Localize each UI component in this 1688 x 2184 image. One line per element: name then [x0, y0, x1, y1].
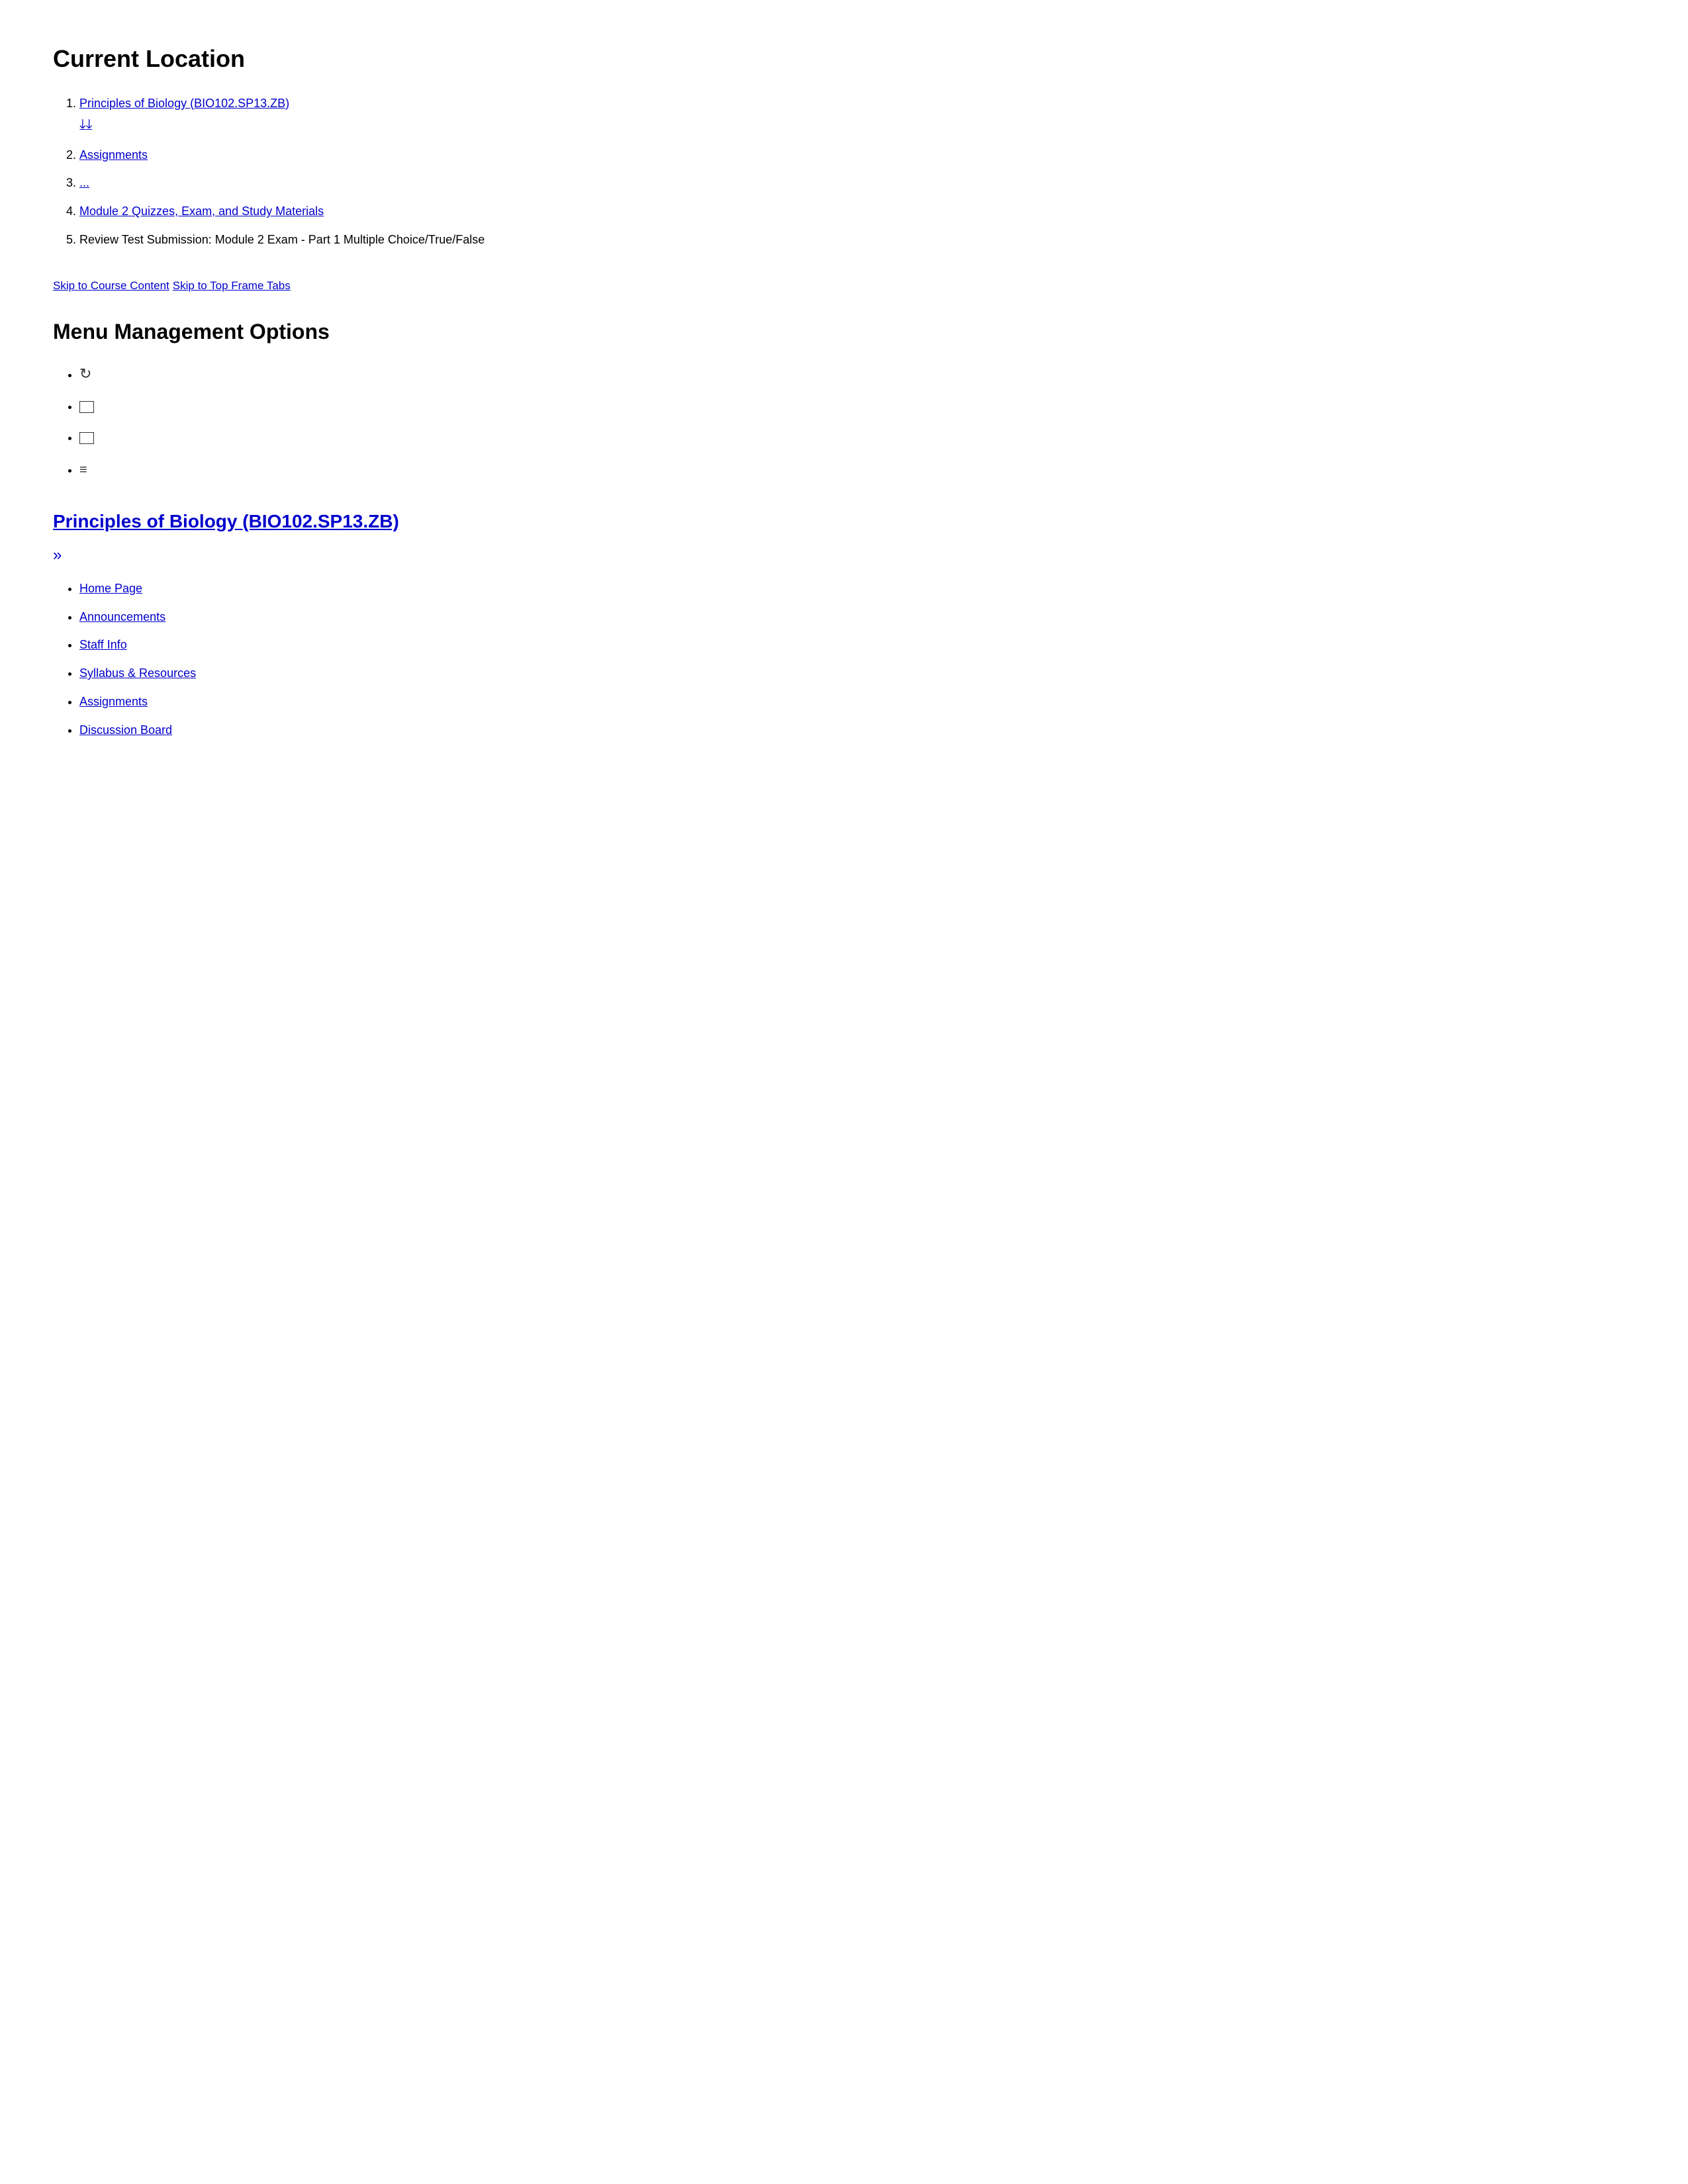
course-section: Principles of Biology (BIO102.SP13.ZB) »… [53, 507, 1635, 740]
course-nav-item-staffinfo: Staff Info [79, 635, 1635, 655]
menu-option-folder [79, 428, 1635, 447]
course-nav-item-homepage: Home Page [79, 579, 1635, 598]
menu-option-refresh: ↻ [79, 362, 1635, 385]
skip-to-course-content-link[interactable]: Skip to Course Content [53, 279, 169, 292]
monitor-icon[interactable] [79, 401, 94, 413]
course-nav-link-assignments[interactable]: Assignments [79, 695, 148, 708]
chevron-down-icon: ⤓⤓ [79, 113, 1635, 136]
course-nav-link-discussionboard[interactable]: Discussion Board [79, 723, 172, 737]
menu-option-list: ≡ [79, 459, 1635, 480]
course-nav-link-syllabus[interactable]: Syllabus & Resources [79, 666, 196, 680]
breadcrumb-item-3: ... [79, 173, 1635, 193]
menu-options-list: ↻ ≡ [79, 362, 1635, 480]
refresh-icon[interactable]: ↻ [79, 365, 91, 382]
course-nav-link-staffinfo[interactable]: Staff Info [79, 638, 127, 651]
menu-management-section: Menu Management Options ↻ ≡ [53, 315, 1635, 480]
breadcrumb-item-5: Review Test Submission: Module 2 Exam - … [79, 230, 1635, 250]
skip-to-top-frame-tabs-link[interactable]: Skip to Top Frame Tabs [173, 279, 291, 292]
breadcrumb-item-2: Assignments [79, 146, 1635, 165]
breadcrumb-link-3[interactable]: ... [79, 176, 89, 189]
list-icon[interactable]: ≡ [79, 463, 87, 477]
breadcrumb-text-5: Review Test Submission: Module 2 Exam - … [79, 233, 485, 246]
menu-management-heading: Menu Management Options [53, 315, 1635, 349]
breadcrumb-item-1: Principles of Biology (BIO102.SP13.ZB) ⤓… [79, 94, 1635, 136]
breadcrumb-link-1[interactable]: Principles of Biology (BIO102.SP13.ZB) [79, 97, 289, 110]
course-title-link[interactable]: Principles of Biology (BIO102.SP13.ZB) [53, 507, 1635, 537]
breadcrumb-link-2[interactable]: Assignments [79, 148, 148, 161]
menu-option-monitor [79, 397, 1635, 416]
breadcrumb-link-4[interactable]: Module 2 Quizzes, Exam, and Study Materi… [79, 205, 324, 218]
course-nav-list: Home Page Announcements Staff Info Sylla… [79, 579, 1635, 740]
current-location-section: Current Location Principles of Biology (… [53, 40, 1635, 250]
course-nav-link-homepage[interactable]: Home Page [79, 582, 142, 595]
course-nav-link-announcements[interactable]: Announcements [79, 610, 165, 623]
folder-icon[interactable] [79, 432, 94, 444]
course-nav-item-assignments: Assignments [79, 692, 1635, 711]
course-nav-item-syllabus: Syllabus & Resources [79, 664, 1635, 683]
double-chevron-icon: » [53, 543, 1635, 568]
current-location-heading: Current Location [53, 40, 1635, 78]
course-nav-item-discussionboard: Discussion Board [79, 721, 1635, 740]
skip-links-section: Skip to Course Content Skip to Top Frame… [53, 276, 1635, 295]
breadcrumb-item-4: Module 2 Quizzes, Exam, and Study Materi… [79, 202, 1635, 221]
breadcrumb-list: Principles of Biology (BIO102.SP13.ZB) ⤓… [79, 94, 1635, 250]
course-nav-item-announcements: Announcements [79, 608, 1635, 627]
